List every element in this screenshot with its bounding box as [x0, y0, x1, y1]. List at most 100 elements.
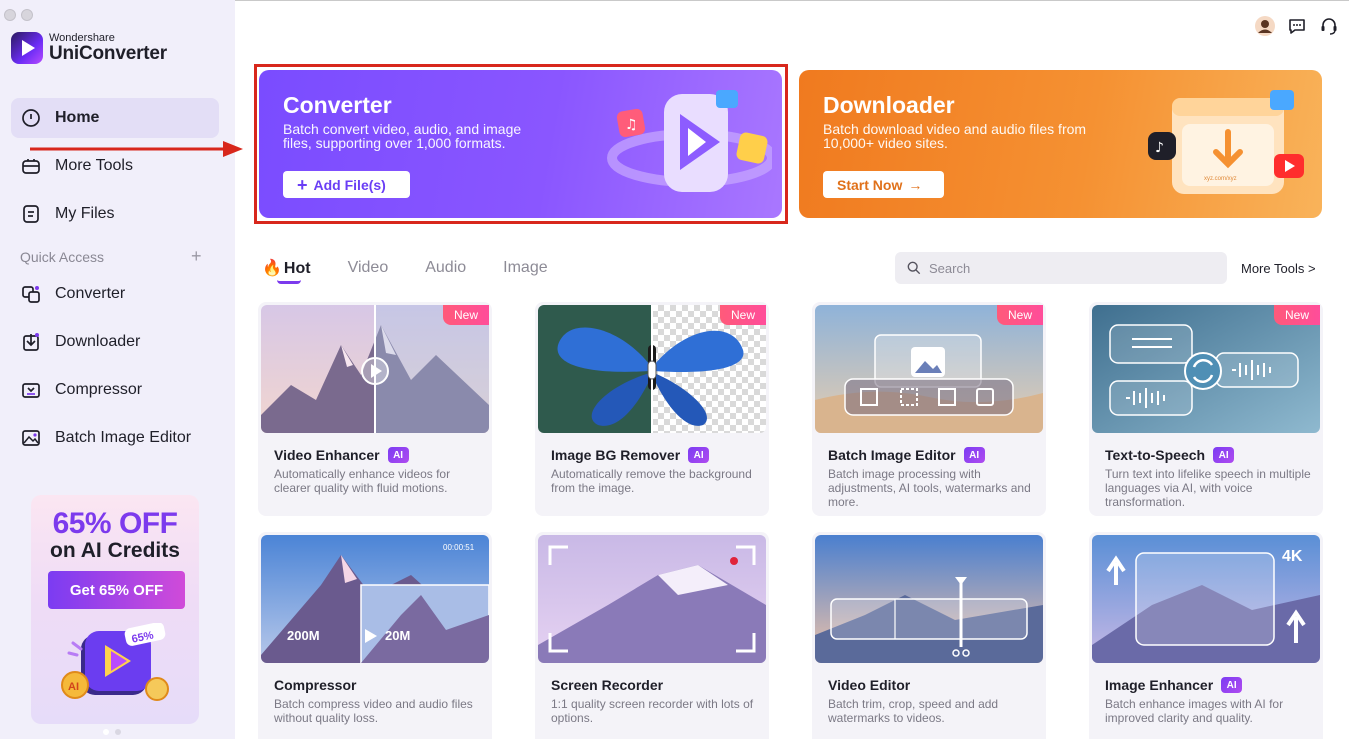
tab-hot[interactable]: 🔥 Hot	[262, 258, 311, 278]
card-title: Video Editor	[828, 677, 911, 693]
promo-card[interactable]: 65% OFF on AI Credits Get 65% OFF 65% AI	[31, 495, 199, 724]
promo-illustration: 65% AI	[61, 623, 169, 701]
compressor-thumb-original-size: 200M	[287, 628, 320, 643]
tool-card-image-bg-remover[interactable]: New Image BG Remover AI Automatically rem…	[535, 302, 769, 516]
new-badge: New	[1274, 305, 1320, 325]
card-description: Batch trim, crop, speed and add watermar…	[828, 697, 999, 725]
sidebar-item-label: Compressor	[55, 381, 143, 398]
card-description: Batch enhance images with AI for improve…	[1105, 697, 1284, 725]
card-title: Text-to-Speech	[1105, 447, 1206, 463]
tab-label: Hot	[283, 260, 311, 277]
promo-dot-2[interactable]	[115, 729, 121, 735]
card-title: Batch Image Editor	[828, 447, 956, 463]
sidebar-item-downloader[interactable]: Downloader	[11, 322, 219, 362]
ai-badge: AI	[963, 447, 985, 463]
sidebar-item-compressor[interactable]: Compressor	[11, 370, 219, 410]
ai-badge: AI	[688, 447, 710, 463]
brand: Wondershare UniConverter	[11, 32, 167, 64]
search-input[interactable]: Search	[895, 252, 1227, 284]
new-badge: New	[997, 305, 1043, 325]
promo-subtitle: on AI Credits	[50, 539, 180, 562]
sidebar-item-my-files[interactable]: My Files	[11, 194, 219, 234]
downloader-banner[interactable]: Downloader Batch download video and audi…	[799, 70, 1322, 218]
converter-highlight-box	[254, 64, 788, 224]
search-placeholder: Search	[929, 260, 971, 276]
card-title: Video Enhancer	[274, 447, 380, 463]
active-tab-indicator	[277, 280, 301, 284]
category-tabs: 🔥 Hot Video Audio Image	[262, 258, 585, 278]
image-enhancer-thumb-label: 4K	[1282, 548, 1303, 565]
start-now-button[interactable]: Start Now →	[823, 171, 944, 198]
downloader-art-url: xyz.com/xyz	[1204, 176, 1237, 182]
tab-video[interactable]: Video	[348, 259, 389, 277]
support-headset-icon[interactable]	[1319, 16, 1339, 36]
add-quick-access-icon[interactable]: +	[191, 247, 202, 265]
flame-icon: 🔥	[262, 260, 282, 277]
sidebar-item-converter[interactable]: Converter	[11, 274, 219, 314]
top-toolbar	[1255, 16, 1339, 36]
tool-card-text-to-speech[interactable]: New Text-to-Speech AI Turn text into life…	[1089, 302, 1323, 516]
sidebar-item-label: Downloader	[55, 333, 141, 350]
image-editor-icon	[21, 428, 41, 448]
sidebar-item-label: My Files	[55, 205, 115, 222]
compressor-thumb-compressed-size: 20M	[385, 628, 410, 643]
uniconverter-logo-icon	[11, 32, 43, 64]
tab-audio[interactable]: Audio	[425, 259, 466, 277]
sidebar-item-label: Batch Image Editor	[55, 429, 192, 446]
promo-dot-1[interactable]	[103, 729, 109, 735]
sidebar-item-label: Home	[55, 109, 100, 126]
feedback-chat-icon[interactable]	[1287, 16, 1307, 36]
file-icon	[21, 204, 41, 224]
window-controls	[4, 9, 33, 21]
compressor-thumbnail: 00:00:51 200M 20M	[261, 535, 489, 663]
tool-card-batch-image-editor[interactable]: New Batch Image Editor AI Batch image pro…	[812, 302, 1046, 516]
sidebar-item-label: More Tools	[55, 157, 133, 174]
promo-pagination[interactable]	[103, 729, 121, 735]
ai-badge: AI	[387, 447, 409, 463]
user-avatar-icon[interactable]	[1255, 16, 1275, 36]
tool-card-video-enhancer[interactable]: New Video Enhancer AI Automatically enhan…	[258, 302, 492, 516]
card-description: Batch image processing with adjustments,…	[828, 467, 1031, 509]
card-description: Turn text into lifelike speech in multip…	[1105, 467, 1311, 509]
downloader-banner-title: Downloader	[823, 92, 955, 118]
promo-button[interactable]: Get 65% OFF	[48, 571, 185, 609]
home-icon	[21, 108, 41, 128]
sidebar: Wondershare UniConverter Home More Tools…	[0, 0, 235, 739]
tab-image[interactable]: Image	[503, 259, 547, 277]
card-title: Image BG Remover	[551, 447, 681, 463]
sidebar-item-batch-image-editor[interactable]: Batch Image Editor	[11, 418, 219, 458]
image-enhancer-thumbnail: 4K	[1092, 535, 1320, 663]
more-tools-link[interactable]: More Tools >	[1241, 261, 1316, 276]
window-close-button[interactable]	[4, 9, 16, 21]
screen-recorder-thumbnail	[538, 535, 766, 663]
compressor-icon	[21, 380, 41, 400]
arrow-right-icon: →	[908, 176, 923, 193]
ai-badge: AI	[1213, 447, 1235, 463]
downloader-icon	[21, 332, 41, 352]
card-description: Automatically remove the background from…	[551, 467, 752, 495]
brand-product: UniConverter	[49, 43, 167, 64]
card-description: Batch compress video and audio files wit…	[274, 697, 473, 725]
tool-card-compressor[interactable]: 00:00:51 200M 20M Compressor Batch compr…	[258, 532, 492, 739]
downloader-banner-description: Batch download video and audio files fro…	[823, 121, 1087, 151]
new-badge: New	[720, 305, 766, 325]
tool-card-image-enhancer[interactable]: 4K Image Enhancer AI Batch enhance images…	[1089, 532, 1323, 739]
window-minimize-button[interactable]	[21, 9, 33, 21]
converter-icon	[21, 284, 41, 304]
card-title: Image Enhancer	[1105, 677, 1214, 693]
downloader-illustration: xyz.com/xyz ♪	[1148, 90, 1304, 194]
promo-title: 65% OFF	[52, 507, 178, 540]
tool-card-screen-recorder[interactable]: Screen Recorder 1:1 quality screen recor…	[535, 532, 769, 739]
quick-access-label: Quick Access	[20, 249, 105, 265]
sidebar-item-home[interactable]: Home	[11, 98, 219, 138]
promo-art-ai-badge: AI	[68, 681, 79, 693]
annotation-arrow-icon	[30, 141, 243, 157]
toolbox-icon	[21, 156, 41, 176]
compressor-thumb-time: 00:00:51	[443, 543, 475, 552]
video-editor-thumbnail	[815, 535, 1043, 663]
ai-badge: AI	[1221, 677, 1243, 693]
card-description: 1:1 quality screen recorder with lots of…	[551, 697, 754, 725]
start-now-label: Start Now	[837, 176, 903, 193]
tool-card-video-editor[interactable]: Video Editor Batch trim, crop, speed and…	[812, 532, 1046, 739]
card-description: Automatically enhance videos for clearer…	[274, 467, 451, 495]
